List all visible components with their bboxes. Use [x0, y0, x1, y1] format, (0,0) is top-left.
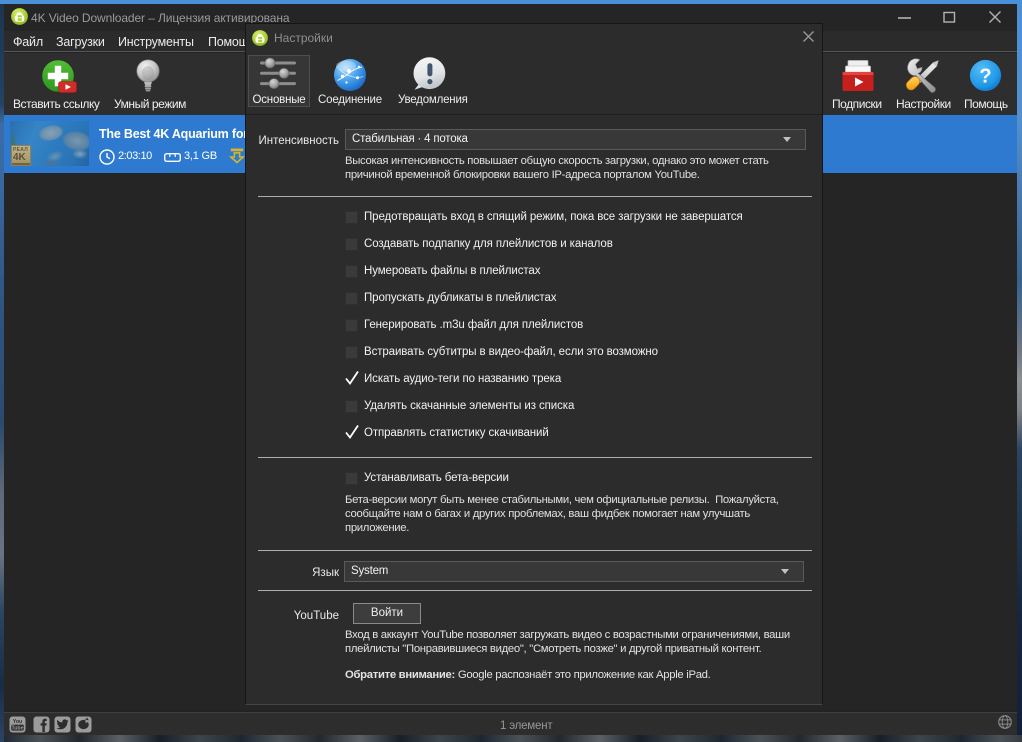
svg-text:You: You [13, 719, 22, 725]
svg-text:Tube: Tube [11, 725, 23, 731]
svg-text:?: ? [979, 66, 991, 88]
